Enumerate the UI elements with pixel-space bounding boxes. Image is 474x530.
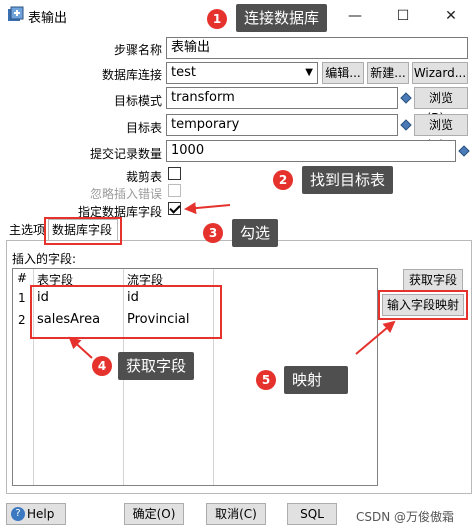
callout-number-1: 1 <box>207 9 227 29</box>
callout-number-2: 2 <box>273 170 293 190</box>
callout-mapping: 映射 <box>284 366 348 394</box>
callout-number-5: 5 <box>256 370 276 390</box>
callout-check: 勾选 <box>232 219 279 247</box>
callout-get-fields: 获取字段 <box>118 352 195 380</box>
annotation-arrows <box>68 202 396 359</box>
callout-find-table: 找到目标表 <box>302 166 394 194</box>
callout-connect-db: 连接数据库 <box>236 4 328 32</box>
callout-number-3: 3 <box>203 223 223 243</box>
callout-number-4: 4 <box>92 356 112 376</box>
